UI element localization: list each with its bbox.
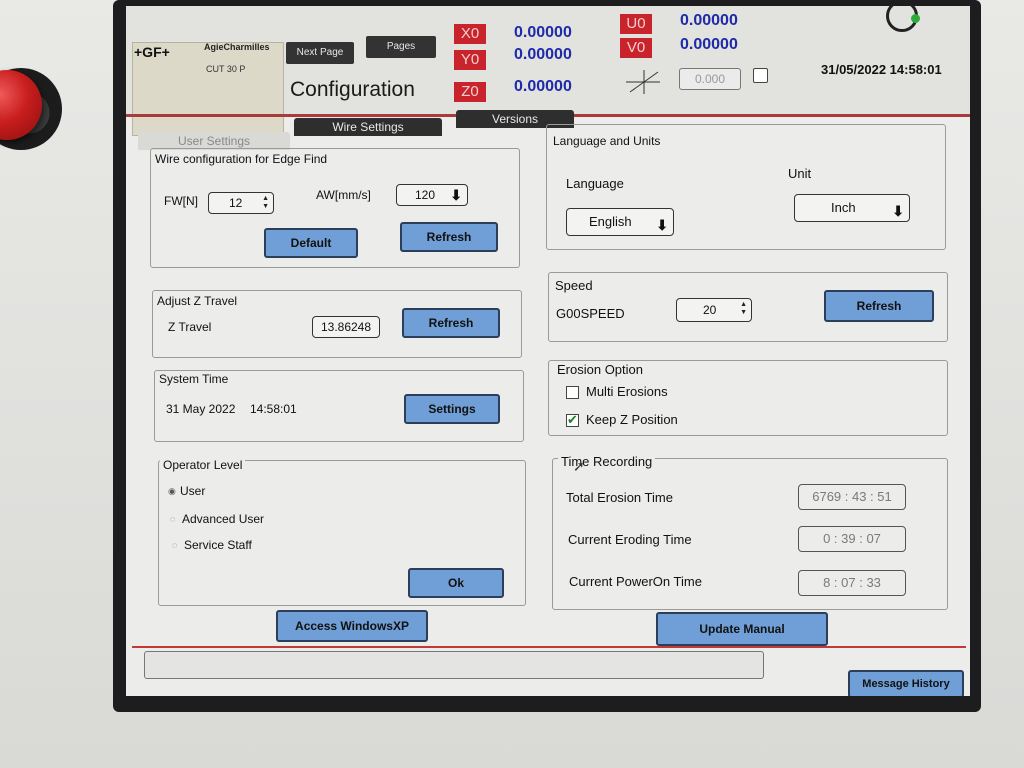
- language-value: English: [589, 214, 632, 229]
- dropdown-arrow-icon: ⬇: [450, 187, 462, 203]
- status-dot-icon: [911, 14, 920, 23]
- cnc-screen: +GF+ AgieCharmilles CUT 30 P Next Page P…: [126, 6, 970, 696]
- axis-y0-value: 0.00000: [514, 46, 572, 63]
- system-clock: 14:58:01: [250, 402, 297, 416]
- message-status-bar: [144, 651, 764, 679]
- unit-value: Inch: [831, 200, 856, 215]
- spin-arrows-icon: ▲ ▼: [740, 301, 747, 316]
- radio-service-icon[interactable]: ◌: [172, 540, 177, 550]
- speed-label: G00SPEED: [556, 306, 625, 321]
- ok-button[interactable]: Ok: [408, 568, 504, 598]
- header-checkbox[interactable]: [753, 68, 768, 83]
- fw-label: FW[N]: [164, 194, 198, 208]
- system-date: 31 May 2022: [166, 402, 236, 416]
- brand-name: AgieCharmilles: [204, 42, 270, 52]
- total-erosion-time-label: Total Erosion Time: [566, 490, 673, 505]
- language-label: Language: [566, 176, 624, 191]
- message-history-button[interactable]: Message History: [848, 670, 964, 696]
- axis-z0-label: Z0: [454, 82, 486, 102]
- aw-label: AW[mm/s]: [316, 188, 371, 202]
- radio-user-icon[interactable]: ◉: [168, 486, 176, 497]
- footer-divider: [132, 646, 966, 648]
- axis-y0-label: Y0: [454, 50, 486, 70]
- access-windowsxp-button[interactable]: Access WindowsXP: [276, 610, 428, 642]
- system-time-title: System Time: [156, 372, 232, 386]
- multi-erosions-label[interactable]: Multi Erosions: [586, 384, 668, 399]
- unit-label: Unit: [788, 166, 812, 181]
- speed-stepper[interactable]: 20 ▲ ▼: [676, 298, 752, 322]
- fw-value: 12: [229, 196, 243, 210]
- keep-z-position-label[interactable]: Keep Z Position: [586, 412, 678, 427]
- speed-refresh-button[interactable]: Refresh: [824, 290, 934, 322]
- update-manual-button[interactable]: Update Manual: [656, 612, 828, 646]
- current-poweron-time-value: 8 : 07 : 33: [798, 570, 906, 596]
- operator-option-advanced[interactable]: Advanced User: [182, 512, 264, 526]
- machine-model: CUT 30 P: [206, 64, 246, 74]
- axis-u0-value: 0.00000: [680, 12, 738, 29]
- axis-v0-label: V0: [620, 38, 652, 58]
- next-page-button[interactable]: Next Page: [286, 42, 354, 64]
- axis-z0-value: 0.00000: [514, 78, 572, 95]
- operator-option-service[interactable]: Service Staff: [184, 538, 252, 552]
- axis-u0-label: U0: [620, 14, 652, 34]
- aw-dropdown[interactable]: 120 ⬇: [396, 184, 468, 206]
- current-poweron-time-label: Current PowerOn Time: [569, 574, 702, 589]
- gf-logo: +GF+: [134, 44, 170, 60]
- operator-level-title: Operator Level: [160, 458, 246, 472]
- total-erosion-time-value: 6769 : 43 : 51: [798, 484, 906, 510]
- z-travel-title: Adjust Z Travel: [154, 294, 241, 308]
- axis-v0-value: 0.00000: [680, 36, 738, 53]
- current-eroding-time-label: Current Eroding Time: [568, 532, 692, 547]
- radio-advanced-icon[interactable]: ◌: [170, 514, 175, 524]
- header-datetime: 31/05/2022 14:58:01: [821, 62, 942, 77]
- dropdown-arrow-icon: ⬇: [892, 203, 904, 219]
- axis-x0-value: 0.00000: [514, 24, 572, 41]
- pages-button[interactable]: Pages: [366, 36, 436, 58]
- default-button[interactable]: Default: [264, 228, 358, 258]
- wire-config-title: Wire configuration for Edge Find: [152, 152, 331, 166]
- axis-x0-label: X0: [454, 24, 486, 44]
- z-travel-refresh-button[interactable]: Refresh: [402, 308, 500, 338]
- coordinate-axes-icon: [626, 70, 660, 94]
- dropdown-arrow-icon: ⬇: [656, 217, 668, 233]
- readout-field: 0.000: [679, 68, 741, 90]
- operator-option-user[interactable]: User: [180, 484, 205, 498]
- language-dropdown[interactable]: English ⬇: [566, 208, 674, 236]
- keep-z-position-checkbox[interactable]: [566, 412, 579, 428]
- z-travel-input[interactable]: 13.86248: [312, 316, 380, 338]
- wire-refresh-button[interactable]: Refresh: [400, 222, 498, 252]
- z-travel-label: Z Travel: [168, 320, 212, 334]
- page-title: Configuration: [290, 78, 415, 101]
- language-units-title: Language and Units: [550, 134, 664, 148]
- speed-value: 20: [703, 303, 717, 317]
- spin-arrows-icon: ▲ ▼: [262, 195, 269, 210]
- current-eroding-time-value: 0 : 39 : 07: [798, 526, 906, 552]
- fw-stepper[interactable]: 12 ▲ ▼: [208, 192, 274, 214]
- tab-wire-settings[interactable]: Wire Settings: [294, 118, 442, 136]
- time-settings-button[interactable]: Settings: [404, 394, 500, 424]
- erosion-option-title: Erosion Option: [554, 362, 646, 377]
- speed-title: Speed: [552, 278, 596, 293]
- mouse-cursor-icon: ➚: [573, 458, 585, 474]
- aw-value: 120: [415, 188, 436, 202]
- multi-erosions-checkbox[interactable]: [566, 386, 579, 399]
- unit-dropdown[interactable]: Inch ⬇: [794, 194, 910, 222]
